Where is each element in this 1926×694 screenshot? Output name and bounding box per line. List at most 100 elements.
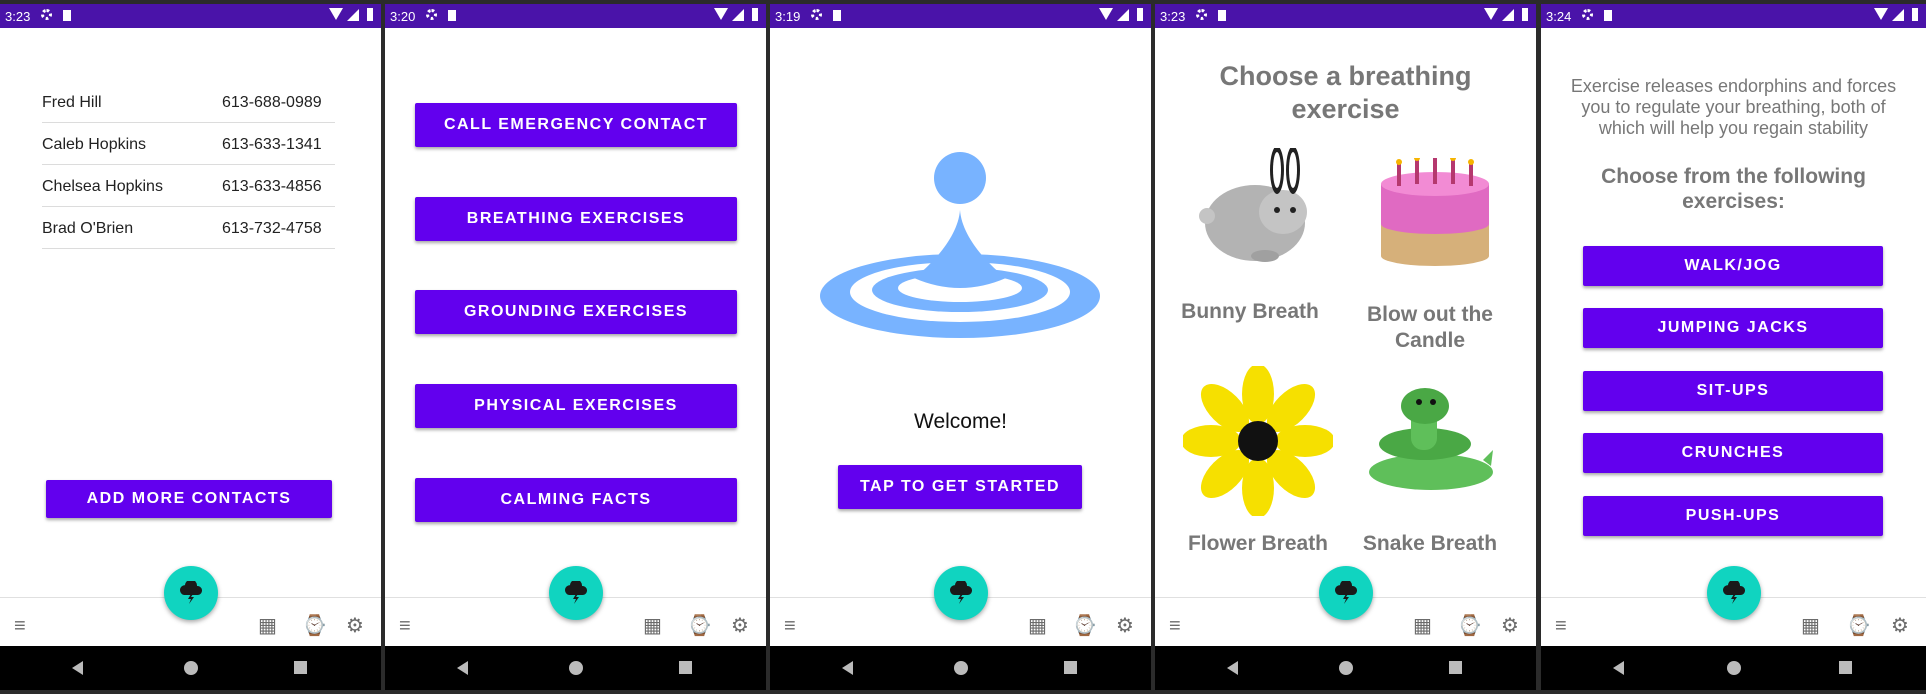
contact-name: Brad O'Brien — [42, 220, 134, 237]
contacts-content: Fred Hill 613-688-0989 Caleb Hopkins 613… — [0, 28, 381, 608]
settings-status-icon — [811, 9, 822, 20]
contact-row[interactable]: Caleb Hopkins 613-633-1341 — [42, 126, 335, 165]
recents-icon[interactable] — [1449, 661, 1462, 674]
recents-icon[interactable] — [1839, 661, 1852, 674]
contact-row[interactable]: Fred Hill 613-688-0989 — [42, 84, 335, 123]
screen-welcome: 3:19 Welcome! TAP TO GET STARTED ≡ ▦ ⌚ ⚙ — [770, 4, 1151, 690]
menu-icon[interactable]: ≡ — [1555, 616, 1567, 636]
sd-card-icon — [63, 10, 71, 21]
wifi-icon — [1099, 8, 1113, 20]
recents-icon[interactable] — [679, 661, 692, 674]
back-icon[interactable] — [1227, 661, 1238, 675]
storm-cloud-icon — [949, 581, 972, 604]
add-contacts-button[interactable]: ADD MORE CONTACTS — [46, 480, 332, 518]
watch-icon[interactable]: ⌚ — [1457, 616, 1482, 636]
get-started-button[interactable]: TAP TO GET STARTED — [838, 465, 1082, 509]
crunches-button[interactable]: CRUNCHES — [1583, 433, 1883, 473]
system-nav-bar — [770, 646, 1151, 690]
bottom-app-bar: ≡ ▦ ⌚ ⚙ — [770, 566, 1151, 650]
flower-image[interactable] — [1183, 366, 1333, 516]
signal-icon — [347, 9, 359, 21]
menu-icon[interactable]: ≡ — [784, 616, 796, 636]
settings-icon[interactable]: ⚙ — [1501, 616, 1519, 636]
sit-ups-button[interactable]: SIT-UPS — [1583, 371, 1883, 411]
screen-contacts: 3:23 Fred Hill 613-688-0989 Caleb Hopkin… — [0, 4, 381, 690]
settings-icon[interactable]: ⚙ — [1891, 616, 1909, 636]
battery-icon — [1912, 8, 1918, 21]
bottom-app-bar: ≡ ▦ ⌚ ⚙ — [1541, 566, 1926, 650]
call-emergency-contact-button[interactable]: CALL EMERGENCY CONTACT — [415, 103, 737, 147]
calming-facts-button[interactable]: CALMING FACTS — [415, 478, 737, 522]
home-icon[interactable] — [953, 661, 968, 675]
breathing-content: Choose a breathing exercise Bunny Breath — [1155, 28, 1536, 608]
exercise-label[interactable]: Flower Breath — [1163, 532, 1353, 556]
settings-icon[interactable]: ⚙ — [1116, 616, 1134, 636]
push-ups-button[interactable]: PUSH-UPS — [1583, 496, 1883, 536]
status-time: 3:23 — [1160, 9, 1186, 24]
contact-row[interactable]: Chelsea Hopkins 613-633-4856 — [42, 168, 335, 207]
home-icon[interactable] — [1338, 661, 1353, 675]
battery-icon — [1137, 8, 1143, 21]
calendar-icon[interactable]: ▦ — [1028, 616, 1047, 636]
watch-icon[interactable]: ⌚ — [687, 616, 712, 636]
watch-icon[interactable]: ⌚ — [1072, 616, 1097, 636]
contact-name: Chelsea Hopkins — [42, 178, 163, 195]
contact-phone: 613-688-0989 — [222, 94, 322, 111]
bunny-image[interactable] — [1195, 148, 1325, 268]
battery-icon — [367, 8, 373, 21]
contact-row[interactable]: Brad O'Brien 613-732-4758 — [42, 210, 335, 249]
settings-status-icon — [426, 9, 437, 20]
storm-cloud-fab-button[interactable] — [1706, 566, 1761, 620]
exercise-label[interactable]: Bunny Breath — [1155, 300, 1345, 324]
back-icon[interactable] — [1613, 661, 1624, 675]
back-icon[interactable] — [842, 661, 853, 675]
home-icon[interactable] — [568, 661, 583, 675]
snake-image[interactable] — [1365, 386, 1495, 496]
breathing-exercises-button[interactable]: BREATHING EXERCISES — [415, 197, 737, 241]
storm-cloud-fab-button[interactable] — [163, 566, 218, 620]
storm-cloud-fab-button[interactable] — [548, 566, 603, 620]
physical-content: Exercise releases endorphins and forces … — [1541, 28, 1926, 608]
grounding-exercises-button[interactable]: GROUNDING EXERCISES — [415, 290, 737, 334]
calendar-icon[interactable]: ▦ — [643, 616, 662, 636]
menu-icon[interactable]: ≡ — [14, 616, 26, 636]
recents-icon[interactable] — [294, 661, 307, 674]
screen-breathing: 3:23 Choose a breathing exercise Bunny B… — [1155, 4, 1536, 690]
cake-image[interactable] — [1375, 158, 1495, 268]
physical-exercises-button[interactable]: PHYSICAL EXERCISES — [415, 384, 737, 428]
calendar-icon[interactable]: ▦ — [1413, 616, 1432, 636]
settings-icon[interactable]: ⚙ — [731, 616, 749, 636]
contact-phone: 613-633-4856 — [222, 178, 322, 195]
recents-icon[interactable] — [1064, 661, 1077, 674]
status-time: 3:24 — [1546, 9, 1572, 24]
menu-icon[interactable]: ≡ — [1169, 616, 1181, 636]
watch-icon[interactable]: ⌚ — [302, 616, 327, 636]
jumping-jacks-button[interactable]: JUMPING JACKS — [1583, 308, 1883, 348]
home-icon[interactable] — [183, 661, 198, 675]
calendar-icon[interactable]: ▦ — [258, 616, 277, 636]
status-bar: 3:24 — [1541, 4, 1926, 28]
system-nav-bar — [385, 646, 766, 690]
menu-content: CALL EMERGENCY CONTACT BREATHING EXERCIS… — [385, 28, 766, 608]
exercise-label[interactable]: Snake Breath — [1335, 532, 1525, 556]
storm-cloud-fab-button[interactable] — [933, 566, 988, 620]
battery-icon — [752, 8, 758, 21]
settings-icon[interactable]: ⚙ — [346, 616, 364, 636]
exercise-label[interactable]: Blow out the Candle — [1335, 302, 1525, 354]
intro-text: Exercise releases endorphins and forces … — [1570, 76, 1897, 138]
signal-icon — [732, 9, 744, 21]
status-bar: 3:23 — [1155, 4, 1536, 28]
contact-phone: 613-633-1341 — [222, 136, 322, 153]
watch-icon[interactable]: ⌚ — [1846, 616, 1871, 636]
walk-jog-button[interactable]: WALK/JOG — [1583, 246, 1883, 286]
system-nav-bar — [1155, 646, 1536, 690]
welcome-content: Welcome! TAP TO GET STARTED — [770, 28, 1151, 608]
status-bar: 3:23 — [0, 4, 381, 28]
menu-icon[interactable]: ≡ — [399, 616, 411, 636]
calendar-icon[interactable]: ▦ — [1801, 616, 1820, 636]
storm-cloud-fab-button[interactable] — [1318, 566, 1373, 620]
home-icon[interactable] — [1726, 661, 1741, 675]
back-icon[interactable] — [457, 661, 468, 675]
back-icon[interactable] — [72, 661, 83, 675]
contact-name: Fred Hill — [42, 94, 102, 111]
